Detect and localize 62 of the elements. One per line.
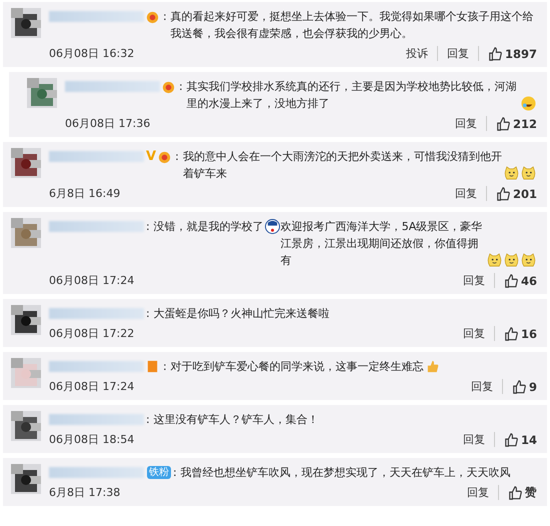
comment-text: 欢迎报考广西海洋大学，5A级景区，豪华江景房，江景出现期间还放假，你值得拥有 bbox=[280, 219, 484, 269]
comment-time: 06月08日 17:24 bbox=[49, 379, 136, 394]
thumbs-up-icon bbox=[496, 186, 510, 200]
colon: : bbox=[179, 79, 183, 95]
action-link[interactable]: 回复 bbox=[462, 379, 503, 394]
like-button[interactable]: 1897 bbox=[478, 46, 537, 60]
action-link[interactable]: 回复 bbox=[458, 485, 499, 500]
colon: : bbox=[163, 359, 167, 375]
comment-text: 我的意中人会在一个大雨滂沱的天把外卖送来，可惜我没猜到他开着铲车来 bbox=[182, 149, 503, 182]
action-link[interactable]: 回复 bbox=[454, 432, 495, 447]
comment-text: 其实我们学校排水系统真的还行，主要是因为学校地势比较低，河湖里的水漫上来了，没地方排了 bbox=[186, 79, 518, 112]
medal-icon bbox=[157, 149, 172, 164]
like-button[interactable]: 46 bbox=[494, 274, 537, 288]
thumbs-up-icon bbox=[504, 326, 518, 340]
like-button[interactable]: 14 bbox=[494, 432, 537, 446]
comment-time: 06月08日 17:36 bbox=[65, 116, 152, 131]
action-link[interactable]: 回复 bbox=[446, 186, 487, 201]
medal-icon bbox=[161, 79, 176, 94]
dog-face-icon bbox=[487, 253, 502, 268]
like-button[interactable]: 201 bbox=[486, 186, 537, 200]
dog-face-icon bbox=[504, 166, 519, 181]
comment-time: 06月08日 17:22 bbox=[49, 326, 136, 341]
action-link[interactable]: 回复 bbox=[446, 116, 487, 131]
thumbs-up-icon bbox=[508, 486, 522, 500]
dog-face-icon bbox=[504, 253, 519, 268]
thumbs-up-icon bbox=[504, 274, 518, 288]
dog-face-icon bbox=[521, 166, 536, 181]
medal-icon bbox=[145, 9, 160, 24]
action-link[interactable]: 回复 bbox=[454, 273, 495, 288]
thumbs-up-icon bbox=[488, 46, 502, 60]
face-icon bbox=[264, 219, 280, 234]
action-link[interactable]: 回复 bbox=[454, 326, 495, 341]
thumbs-up-icon bbox=[512, 380, 526, 394]
comment-text: 对于吃到铲车爱心餐的同学来说，这事一定终生难忘 bbox=[170, 359, 424, 375]
comment-text: 这里没有铲车人？铲车人，集合！ bbox=[154, 412, 319, 428]
like-button[interactable]: 212 bbox=[486, 116, 537, 130]
comment-time: 06月08日 16:32 bbox=[49, 46, 136, 61]
colon: : bbox=[163, 9, 167, 25]
action-link[interactable]: 回复 bbox=[438, 46, 479, 61]
verified-mark: V bbox=[146, 148, 156, 165]
colon: : bbox=[146, 219, 150, 235]
comment-time: 06月08日 18:54 bbox=[49, 432, 136, 447]
dog-face-icon bbox=[521, 253, 536, 268]
comment-text: 我曾经也想坐铲车吹风，现在梦想实现了，天天在铲车上，天天吹风 bbox=[180, 465, 511, 481]
comment-text: 没错，就是我的学校了 bbox=[154, 219, 264, 235]
thumbs-up-icon bbox=[496, 116, 510, 130]
colon: : bbox=[173, 465, 177, 481]
thumbs-up-icon bbox=[504, 432, 518, 446]
laughing-face-icon bbox=[521, 96, 536, 111]
fan-badge: 铁粉 bbox=[147, 466, 171, 479]
comment-time: 6月8日 16:49 bbox=[49, 186, 122, 201]
like-button[interactable]: 9 bbox=[502, 380, 537, 394]
comment-text: 大蛋蛭是你吗？火神山忙完来送餐啦 bbox=[154, 306, 330, 322]
action-link[interactable]: 投诉 bbox=[396, 46, 438, 61]
comment-text: 真的看起来好可爱，挺想坐上去体验一下。我觉得如果哪个女孩子用这个给我送餐，我会很有虚荣感，也会俘获我的少男心。 bbox=[170, 9, 535, 42]
colon: : bbox=[146, 306, 150, 322]
colon: : bbox=[146, 412, 150, 428]
like-button[interactable]: 16 bbox=[494, 326, 537, 340]
colon: : bbox=[175, 149, 179, 165]
comment-time: 6月8日 17:38 bbox=[49, 485, 122, 500]
comment-time: 06月08日 17:24 bbox=[49, 273, 136, 288]
like-button[interactable]: 赞 bbox=[499, 485, 537, 500]
